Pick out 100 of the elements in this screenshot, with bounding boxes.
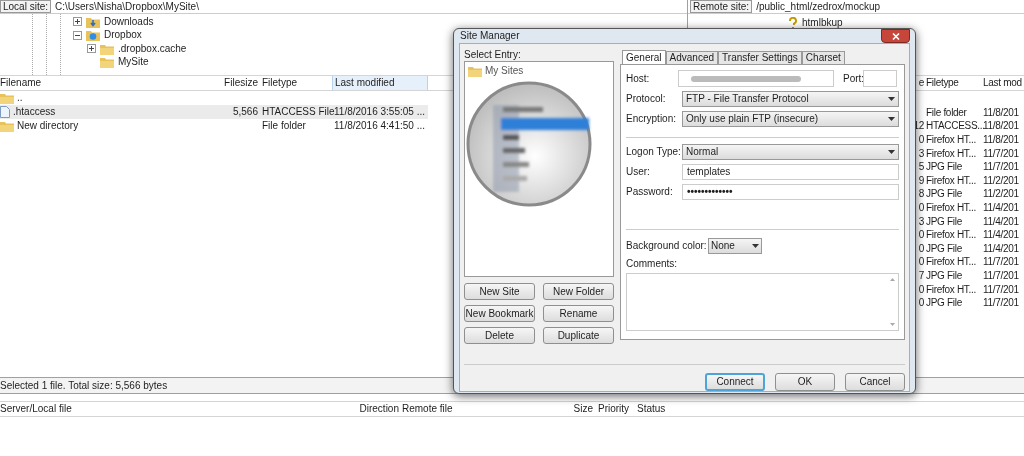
host-field[interactable] xyxy=(678,70,834,87)
file-size: 0 xyxy=(917,257,924,268)
comments-label: Comments: xyxy=(626,259,679,269)
tree-item[interactable]: .dropbox.cache xyxy=(118,43,187,54)
close-button[interactable] xyxy=(881,29,910,43)
dropdown[interactable]: Only use plain FTP (insecure) xyxy=(682,111,899,127)
file-row[interactable]: .htaccess 5,566 HTACCESS File11/8/2016 3:55:05 ... xyxy=(0,105,428,119)
dialog-button[interactable]: Rename xyxy=(543,305,614,322)
column-header[interactable]: Server/Local file xyxy=(0,402,355,416)
file-row[interactable]: .. xyxy=(0,91,428,105)
column-header[interactable]: Status xyxy=(635,402,695,416)
port-field[interactable] xyxy=(863,70,897,87)
column-header[interactable]: Filetype xyxy=(924,76,982,90)
file-modified: 11/7/201 xyxy=(982,148,1020,159)
folder-icon xyxy=(100,42,114,55)
file-size: 8 xyxy=(917,189,924,200)
file-name: .. xyxy=(17,93,23,103)
file-size: 0 xyxy=(917,135,924,145)
expand-icon[interactable] xyxy=(73,17,82,27)
dialog-button[interactable]: Connect xyxy=(705,373,765,391)
folder-icon xyxy=(0,120,14,132)
column-header[interactable]: Size xyxy=(569,402,593,416)
file-modified: 11/8/201 xyxy=(982,107,1020,118)
dialog-title: Site Manager xyxy=(460,31,520,41)
local-site-label: Local site: xyxy=(0,0,52,13)
scroll-down-icon[interactable] xyxy=(889,323,895,326)
dialog-button[interactable]: OK xyxy=(775,373,835,391)
dropdown-caret-icon xyxy=(888,117,895,121)
file-type: Firefox HT... xyxy=(925,284,977,295)
column-header[interactable]: Last mod xyxy=(982,76,1022,90)
dropbox-folder-icon xyxy=(86,29,100,42)
file-size: 0 xyxy=(917,202,924,213)
file-size: 0 xyxy=(917,243,924,254)
file-row[interactable]: New directory File folder 11/8/2016 4:41:50 ... xyxy=(0,119,428,133)
field-label: Background color: xyxy=(626,241,708,251)
status-text: Selected 1 file. Total size: 5,566 bytes xyxy=(0,380,168,391)
expand-icon[interactable] xyxy=(87,44,96,54)
file-size: 0 xyxy=(917,298,924,309)
file-type: JPG File xyxy=(925,189,963,200)
field-label: Encryption: xyxy=(626,114,678,124)
tree-root[interactable]: My Sites xyxy=(485,66,524,76)
port-label: Port: xyxy=(843,73,863,84)
file-modified: 11/4/201 xyxy=(982,202,1020,213)
file-type: HTACCESS File xyxy=(261,107,332,117)
tab[interactable]: Charset xyxy=(801,51,845,64)
file-type: File folder xyxy=(261,121,307,131)
dialog-button[interactable]: Cancel xyxy=(845,373,905,391)
comments-field[interactable] xyxy=(626,273,899,331)
dropdown[interactable]: Normal xyxy=(682,144,899,160)
host-label: Host: xyxy=(626,73,651,84)
file-modified: 11/4/201 xyxy=(982,243,1020,254)
remote-site-label: Remote site: xyxy=(690,0,753,13)
field-label: Logon Type: xyxy=(626,147,682,157)
tree-item[interactable]: Downloads xyxy=(104,16,154,27)
remote-path-field[interactable]: /public_html/zedrox/mockup xyxy=(752,0,1024,13)
file-modified: 11/4/201 xyxy=(982,216,1020,227)
question-mark-icon xyxy=(788,16,798,29)
file-type: JPG File xyxy=(925,216,963,227)
dialog-button[interactable]: Duplicate xyxy=(543,327,614,344)
dialog-button[interactable]: New Folder xyxy=(543,283,614,300)
local-path-field[interactable]: C:\Users\Nisha\Dropbox\MySite\ xyxy=(51,0,687,13)
tab[interactable]: Transfer Settings xyxy=(718,51,802,64)
file-type: Firefox HT... xyxy=(925,257,977,268)
dropdown-caret-icon xyxy=(888,150,895,154)
file-name: New directory xyxy=(17,121,79,131)
file-type: JPG File xyxy=(925,270,963,281)
file-type: Firefox HT... xyxy=(925,148,977,159)
file-type: HTACCESS... xyxy=(925,121,982,132)
password-field[interactable]: ••••••••••••• xyxy=(682,184,899,200)
file-modified: 11/7/201 xyxy=(982,298,1020,309)
file-modified: 11/8/201 xyxy=(982,135,1020,145)
file-size: 3 xyxy=(917,216,924,227)
collapse-icon[interactable] xyxy=(73,30,82,40)
file-modified: 11/8/2016 4:41:50 ... xyxy=(333,121,426,131)
column-header[interactable]: Last modified xyxy=(332,76,428,90)
column-header[interactable]: Remote file xyxy=(399,402,569,416)
file-name: .htaccess xyxy=(13,107,56,117)
file-size: 5 xyxy=(917,162,924,173)
dialog-button[interactable]: Delete xyxy=(464,327,535,344)
color-dropdown[interactable]: None xyxy=(708,238,762,254)
column-header[interactable]: Filename xyxy=(0,76,220,90)
tab[interactable]: Advanced xyxy=(665,51,719,64)
field-label: Password: xyxy=(626,187,674,197)
column-header[interactable]: Priority xyxy=(593,402,635,416)
file-type: Firefox HT... xyxy=(925,230,977,241)
input-field[interactable]: templates xyxy=(682,164,899,180)
column-header[interactable]: Filesize xyxy=(220,76,260,90)
scroll-up-icon[interactable] xyxy=(889,278,895,281)
tab[interactable]: General xyxy=(622,50,666,64)
file-modified: 11/4/201 xyxy=(982,230,1020,241)
file-size: 0 xyxy=(917,230,924,241)
dialog-button[interactable]: New Site xyxy=(464,283,535,300)
tree-item[interactable]: htmlbkup xyxy=(802,17,843,28)
column-header[interactable]: Filetype xyxy=(260,76,332,90)
tree-item[interactable]: Dropbox xyxy=(104,30,142,41)
file-size: 7 xyxy=(917,270,924,281)
column-header[interactable]: Direction xyxy=(355,402,399,416)
dropdown[interactable]: FTP - File Transfer Protocol xyxy=(682,91,899,107)
dialog-button[interactable]: New Bookmark xyxy=(464,305,535,322)
tree-item[interactable]: MySite xyxy=(118,57,149,68)
